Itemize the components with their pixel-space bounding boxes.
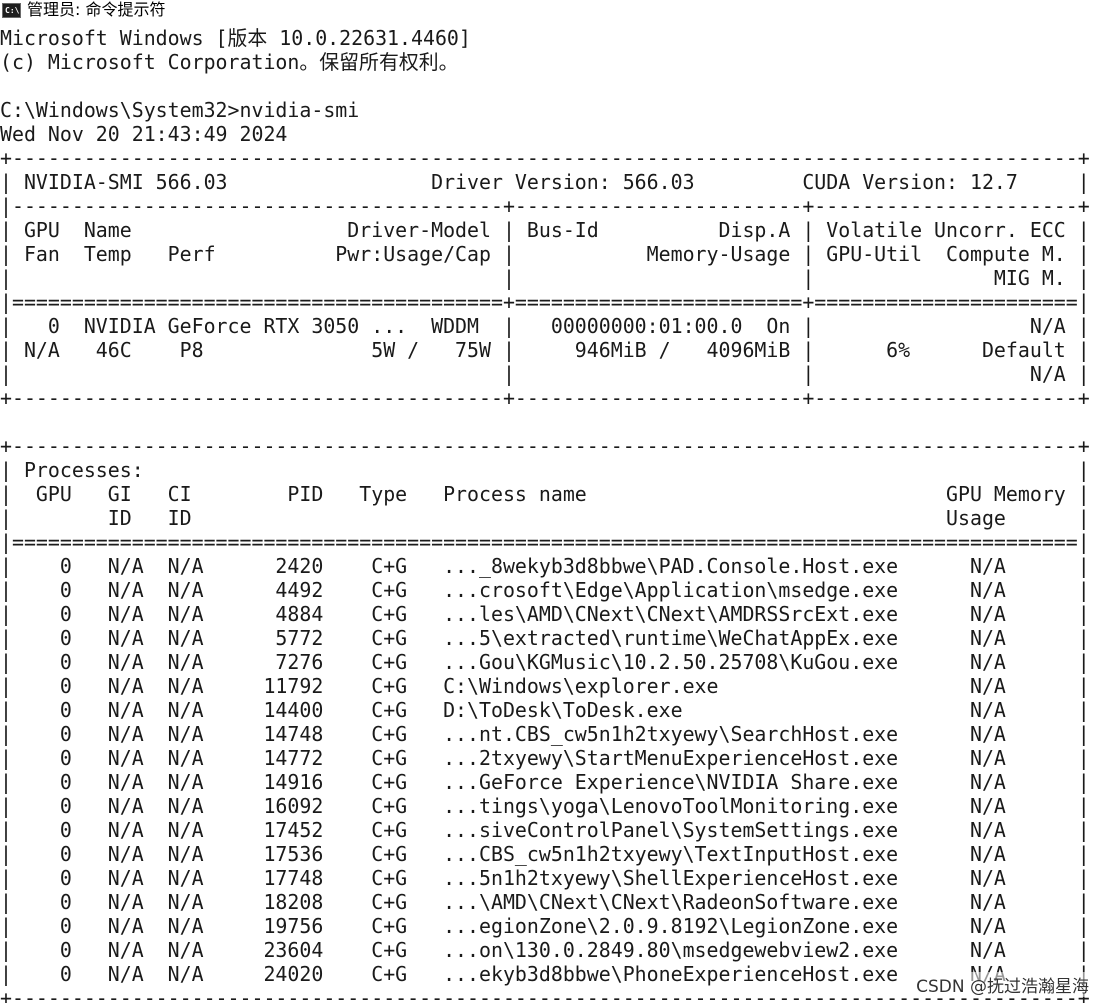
console-line: | 0 N/A N/A 17536 C+G ...CBS_cw5n1h2txye… bbox=[0, 842, 1090, 866]
title-bar[interactable]: C:\ 管理员: 命令提示符 bbox=[0, 0, 1095, 25]
console-line: | 0 N/A N/A 23604 C+G ...on\130.0.2849.8… bbox=[0, 938, 1090, 962]
console-line: | 0 N/A N/A 14400 C+G D:\ToDesk\ToDesk.e… bbox=[0, 698, 1090, 722]
console-line: C:\Windows\System32>nvidia-smi bbox=[0, 98, 360, 122]
console-line: Wed Nov 20 21:43:49 2024 bbox=[0, 122, 288, 146]
console-line: |=======================================… bbox=[0, 530, 1090, 554]
console-line: |=======================================… bbox=[0, 290, 1090, 314]
console-line: | GPU GI CI PID Type Process name GPU Me… bbox=[0, 482, 1090, 506]
console-line: | 0 N/A N/A 17452 C+G ...siveControlPane… bbox=[0, 818, 1090, 842]
console-line: | 0 N/A N/A 11792 C+G C:\Windows\explore… bbox=[0, 674, 1090, 698]
console-line: +---------------------------------------… bbox=[0, 434, 1090, 458]
console-line: | GPU Name Driver-Model | Bus-Id Disp.A … bbox=[0, 218, 1090, 242]
console-line: | 0 N/A N/A 14748 C+G ...nt.CBS_cw5n1h2t… bbox=[0, 722, 1090, 746]
console-line: | | | N/A | bbox=[0, 362, 1090, 386]
console-line: | 0 N/A N/A 4492 C+G ...crosoft\Edge\App… bbox=[0, 578, 1090, 602]
console-line: | Processes: | bbox=[0, 458, 1090, 482]
console-line: | 0 N/A N/A 14772 C+G ...2txyewy\StartMe… bbox=[0, 746, 1090, 770]
console-line: | N/A 46C P8 5W / 75W | 946MiB / 4096MiB… bbox=[0, 338, 1090, 362]
console-line: | 0 N/A N/A 4884 C+G ...les\AMD\CNext\CN… bbox=[0, 602, 1090, 626]
console-line: | 0 N/A N/A 5772 C+G ...5\extracted\runt… bbox=[0, 626, 1090, 650]
window-title: 管理员: 命令提示符 bbox=[27, 0, 166, 19]
console-line: |---------------------------------------… bbox=[0, 194, 1090, 218]
cmd-icon: C:\ bbox=[2, 3, 21, 18]
console-line: +---------------------------------------… bbox=[0, 386, 1090, 410]
console-line: Microsoft Windows [版本 10.0.22631.4460] bbox=[0, 26, 471, 50]
console-line: | 0 N/A N/A 17748 C+G ...5n1h2txyewy\She… bbox=[0, 866, 1090, 890]
console-line: | 0 N/A N/A 18208 C+G ...\AMD\CNext\CNex… bbox=[0, 890, 1090, 914]
watermark: CSDN @抚过浩瀚星海 bbox=[914, 972, 1091, 997]
console-line: | 0 N/A N/A 7276 C+G ...Gou\KGMusic\10.2… bbox=[0, 650, 1090, 674]
console-output[interactable]: Microsoft Windows [版本 10.0.22631.4460] (… bbox=[0, 24, 1095, 1003]
console-line: (c) Microsoft Corporation。保留所有权利。 bbox=[0, 50, 459, 74]
console-line: | | | MIG M. | bbox=[0, 266, 1090, 290]
console-line: | Fan Temp Perf Pwr:Usage/Cap | Memory-U… bbox=[0, 242, 1090, 266]
console-line: | 0 NVIDIA GeForce RTX 3050 ... WDDM | 0… bbox=[0, 314, 1090, 338]
cmd-icon-glyph: C:\ bbox=[5, 6, 20, 15]
console-line: +---------------------------------------… bbox=[0, 146, 1090, 170]
console-line: | ID ID Usage | bbox=[0, 506, 1090, 530]
console-line: | 0 N/A N/A 2420 C+G ..._8wekyb3d8bbwe\P… bbox=[0, 554, 1090, 578]
console-line: | 0 N/A N/A 19756 C+G ...egionZone\2.0.9… bbox=[0, 914, 1090, 938]
console-line: | 0 N/A N/A 14916 C+G ...GeForce Experie… bbox=[0, 770, 1090, 794]
console-line: | NVIDIA-SMI 566.03 Driver Version: 566.… bbox=[0, 170, 1090, 194]
console-line: | 0 N/A N/A 16092 C+G ...tings\yoga\Leno… bbox=[0, 794, 1090, 818]
